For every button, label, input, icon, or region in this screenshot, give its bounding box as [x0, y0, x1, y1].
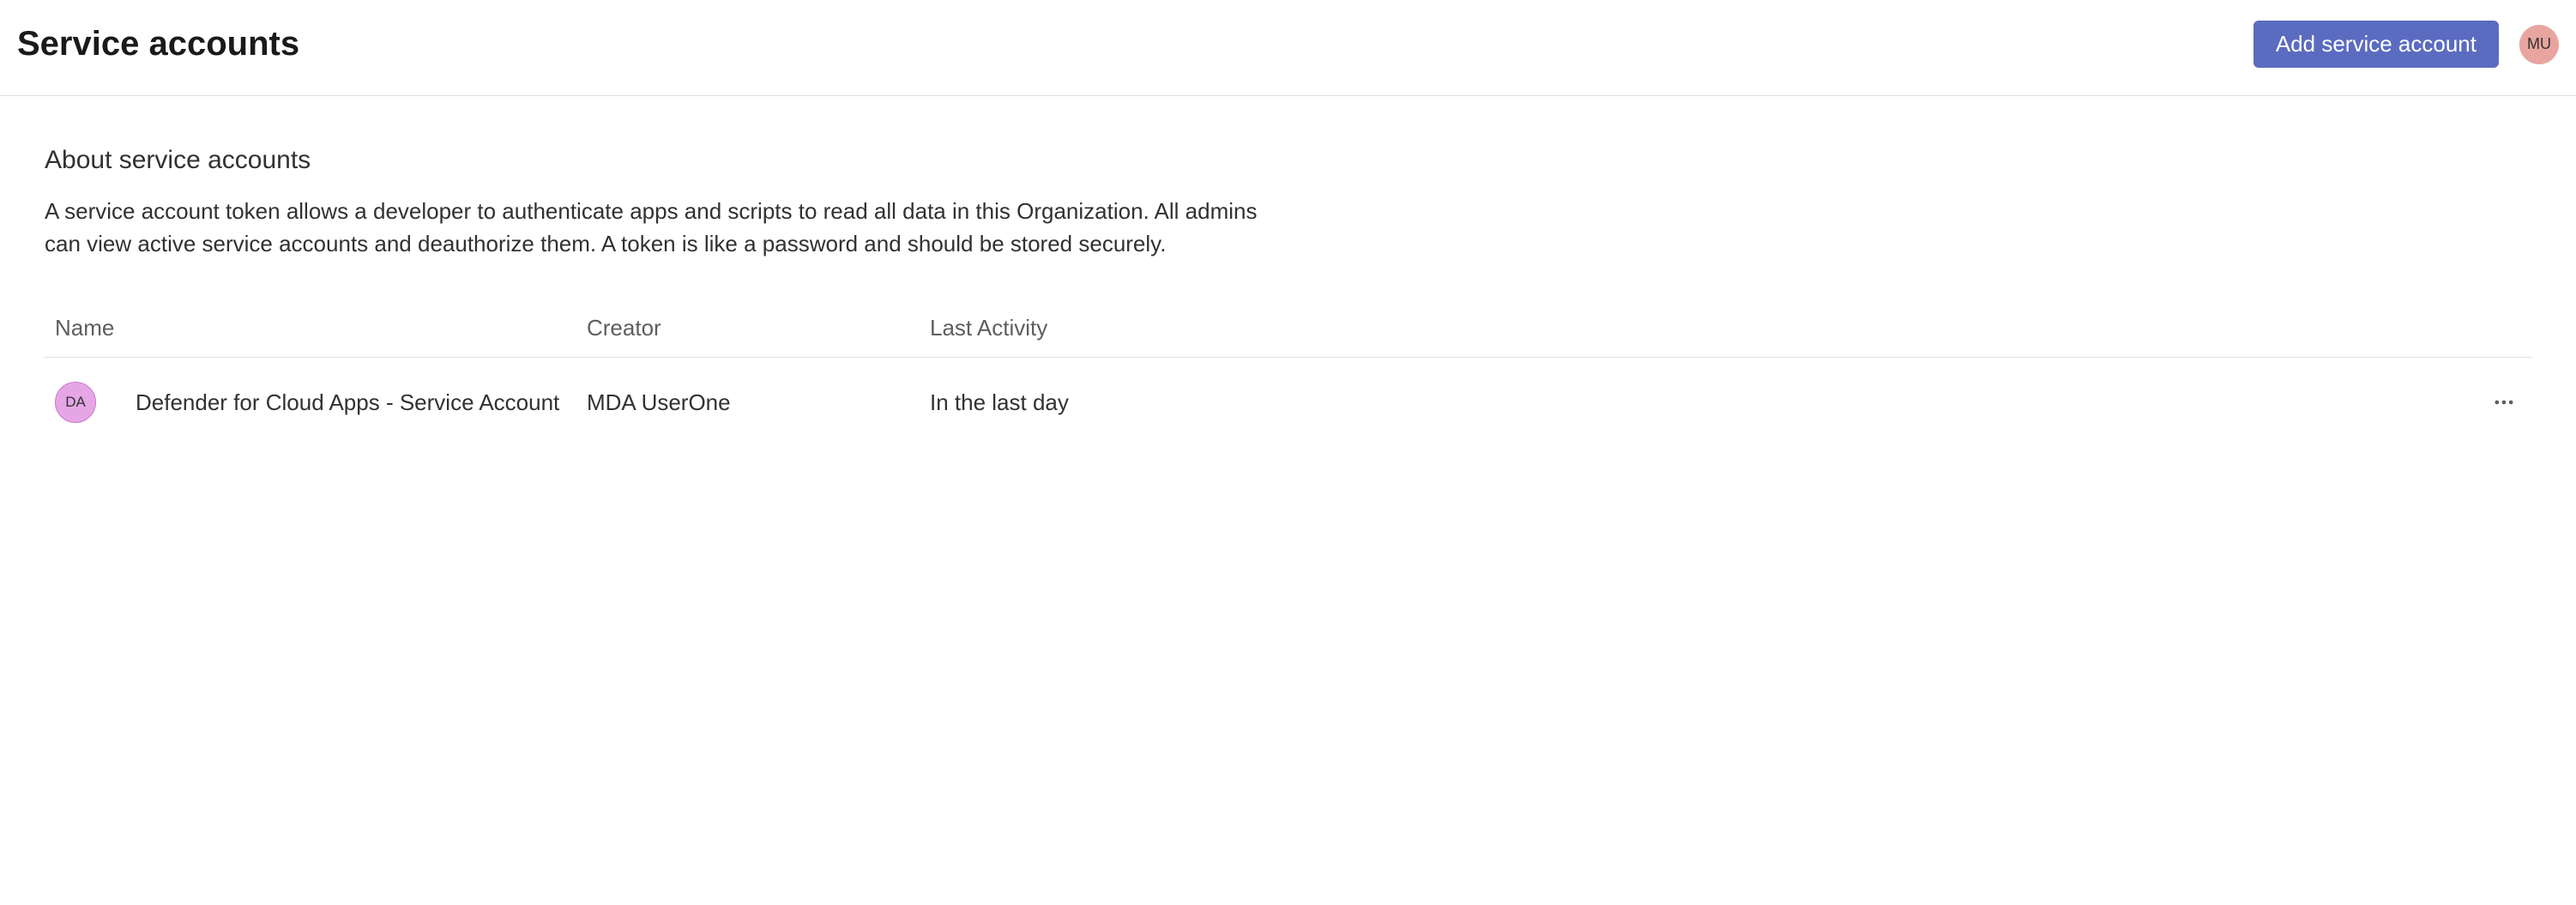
about-description: A service account token allows a develop…: [45, 196, 1297, 260]
page-title: Service accounts: [17, 25, 299, 63]
service-account-creator: MDA UserOne: [587, 389, 930, 416]
service-account-activity: In the last day: [930, 389, 1273, 416]
header-actions: Add service account MU: [2253, 21, 2559, 68]
table-header: Name Creator Last Activity: [45, 315, 2531, 358]
table-row[interactable]: DA Defender for Cloud Apps - Service Acc…: [45, 358, 2531, 447]
user-avatar[interactable]: MU: [2519, 25, 2559, 64]
about-title: About service accounts: [45, 146, 2531, 175]
service-accounts-table: Name Creator Last Activity DA Defender f…: [45, 315, 2531, 447]
column-header-creator[interactable]: Creator: [587, 315, 930, 341]
row-actions: [1273, 385, 2521, 419]
column-header-activity[interactable]: Last Activity: [930, 315, 1273, 341]
add-service-account-button[interactable]: Add service account: [2253, 21, 2499, 68]
service-account-name: Defender for Cloud Apps - Service Accoun…: [136, 389, 559, 416]
row-name-cell: DA Defender for Cloud Apps - Service Acc…: [55, 382, 587, 423]
page-header: Service accounts Add service account MU: [0, 0, 2576, 96]
more-actions-icon[interactable]: [2487, 385, 2521, 419]
service-account-avatar: DA: [55, 382, 96, 423]
column-header-name[interactable]: Name: [55, 315, 587, 341]
page-content: About service accounts A service account…: [0, 96, 2576, 447]
